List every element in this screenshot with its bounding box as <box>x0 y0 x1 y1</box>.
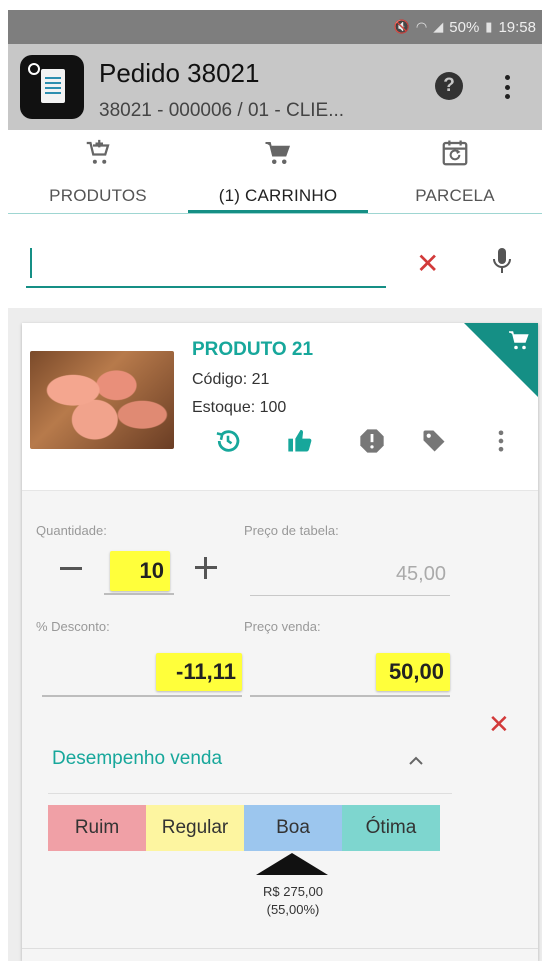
history-icon[interactable] <box>214 427 242 455</box>
more-vertical-icon[interactable] <box>496 427 506 455</box>
sale-price-input[interactable]: 50,00 <box>376 653 450 691</box>
cart-add-icon <box>86 139 110 164</box>
performance-percent: (55,00%) <box>266 902 320 917</box>
performance-segment-ruim: Ruim <box>48 805 146 851</box>
table-price-label: Preço de tabela: <box>244 523 339 538</box>
performance-segment-regular: Regular <box>146 805 244 851</box>
card-header: PRODUTO 21 Código: 21 Estoque: 100 <box>22 323 538 490</box>
page-title: Pedido 38021 <box>99 58 260 88</box>
performance-title[interactable]: Desempenho venda <box>52 748 222 770</box>
performance-scale: Ruim Regular Boa Ótima <box>48 805 440 851</box>
performance-value: R$ 275,00 (55,00%) <box>238 883 348 919</box>
battery-icon: ▮ <box>485 19 493 34</box>
performance-amount: R$ 275,00 <box>263 884 323 899</box>
help-icon[interactable]: ? <box>435 72 463 100</box>
discount-label: % Desconto: <box>36 619 110 634</box>
microphone-icon[interactable] <box>490 246 514 278</box>
tab-carrinho[interactable]: (1) CARRINHO <box>188 130 368 214</box>
status-bar: 🔇 ◠ ◢ 50% ▮ 19:58 <box>8 10 542 44</box>
decrement-button[interactable] <box>60 567 82 570</box>
chevron-up-icon[interactable] <box>408 753 424 769</box>
product-name: PRODUTO 21 <box>192 339 314 360</box>
document-icon <box>41 69 65 103</box>
tag-icon[interactable] <box>420 427 448 455</box>
performance-segment-boa: Boa <box>244 805 342 851</box>
mute-icon: 🔇 <box>393 19 410 34</box>
discount-underline <box>42 695 242 697</box>
search-bar: ✕ <box>8 214 542 308</box>
alert-icon[interactable] <box>358 427 386 455</box>
tab-label: (1) CARRINHO <box>218 186 338 205</box>
wifi-icon: ◠ <box>415 19 428 34</box>
page-subtitle: 38021 - 000006 / 01 - CLIE... <box>99 100 345 121</box>
cart-icon <box>265 142 291 164</box>
quantity-label: Quantidade: <box>36 523 107 538</box>
logo-badge-icon <box>28 63 40 75</box>
discount-input[interactable]: -11,11 <box>156 653 242 691</box>
app-logo <box>20 55 84 119</box>
tab-indicator <box>188 210 368 213</box>
tab-bar: PRODUTOS (1) CARRINHO PARCELA <box>8 130 542 214</box>
clock: 19:58 <box>498 18 536 36</box>
tab-label: PARCELA <box>415 186 495 205</box>
quantity-underline <box>104 593 174 595</box>
text-caret <box>30 248 32 278</box>
divider <box>22 948 538 949</box>
battery-level: 50% <box>449 18 480 36</box>
product-code: Código: 21 <box>192 371 270 388</box>
tab-label: PRODUTOS <box>49 186 147 205</box>
tab-parcela[interactable]: PARCELA <box>368 130 542 214</box>
signal-icon: ◢ <box>433 19 444 34</box>
cart-icon <box>509 331 529 350</box>
tab-produtos[interactable]: PRODUTOS <box>8 130 188 214</box>
quantity-input[interactable]: 10 <box>110 551 170 591</box>
performance-segment-otima: Ótima <box>342 805 440 851</box>
search-input[interactable] <box>26 244 386 288</box>
remove-item-icon[interactable]: ✕ <box>488 711 510 737</box>
thumbs-up-icon[interactable] <box>286 427 314 455</box>
product-stock: Estoque: 100 <box>192 399 287 416</box>
cart-item-card: PRODUTO 21 Código: 21 Estoque: 100 Quant… <box>22 323 538 961</box>
close-icon[interactable]: ✕ <box>416 250 439 278</box>
table-price-underline <box>250 595 450 596</box>
sale-price-underline <box>250 695 450 697</box>
product-image[interactable] <box>30 351 174 449</box>
app-bar: Pedido 38021 38021 - 000006 / 01 - CLIE.… <box>8 44 542 130</box>
increment-button[interactable] <box>195 557 217 579</box>
table-price-value: 45,00 <box>395 563 446 585</box>
sale-price-label: Preço venda: <box>244 619 321 634</box>
calendar-refresh-icon <box>442 140 468 166</box>
performance-marker <box>256 853 328 875</box>
more-vertical-icon[interactable] <box>502 72 512 102</box>
divider <box>48 793 452 794</box>
